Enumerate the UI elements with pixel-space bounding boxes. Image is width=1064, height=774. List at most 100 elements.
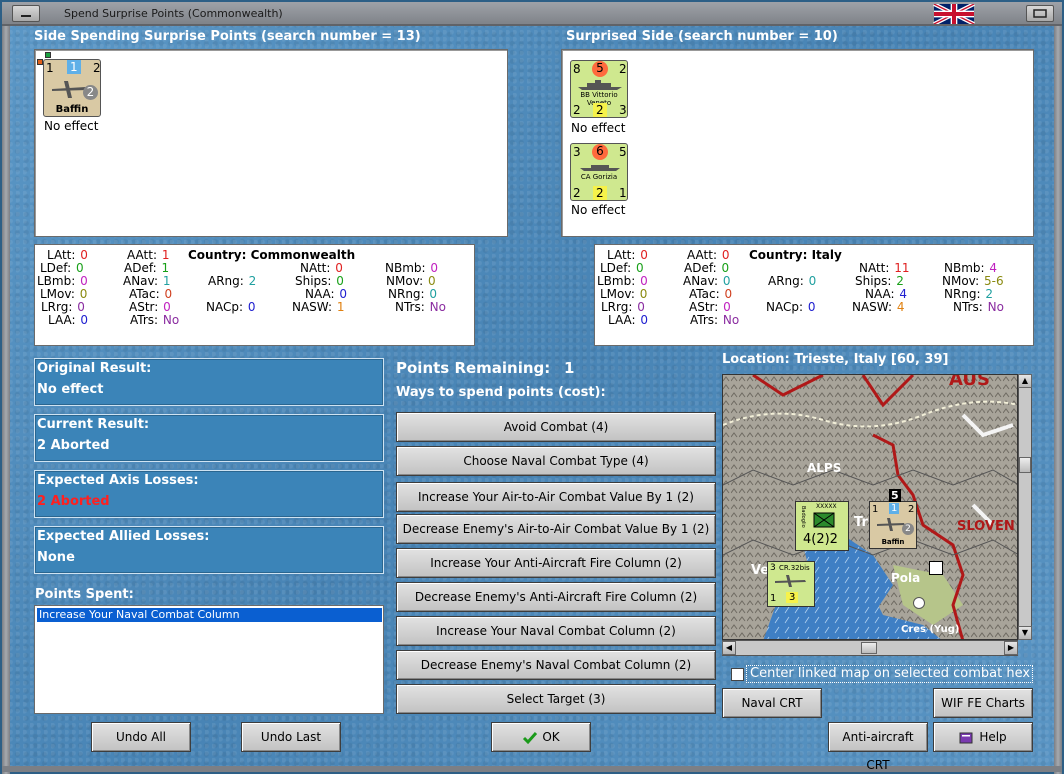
scroll-thumb[interactable] — [861, 642, 877, 654]
unit-counter-baffin[interactable]: 1 1 2 2 Baffin — [43, 59, 101, 117]
stat-nrng: NRng: 0 — [388, 287, 438, 301]
decrease-enemy-naval-combat-button[interactable]: Decrease Enemy's Naval Combat Column (2) — [396, 650, 716, 680]
map-label-trieste: Tr — [854, 515, 868, 530]
anchor-icon — [913, 597, 925, 609]
stat-ships: Ships: 2 — [855, 274, 904, 288]
decrease-enemy-air-to-air-button[interactable]: Decrease Enemy's Air-to-Air Combat Value… — [396, 514, 716, 544]
close-button[interactable] — [1026, 5, 1054, 22]
hex-map[interactable]: ALPS AUS SLOVEN Pola Cres (Yug) Tr Ve XX… — [722, 374, 1018, 640]
counter-value: 2 — [619, 62, 627, 76]
scroll-left-icon[interactable]: ◀ — [722, 641, 736, 655]
anti-aircraft-crt-button[interactable]: Anti-aircraft CRT — [828, 722, 928, 772]
wif-fe-charts-button[interactable]: WIF FE Charts — [933, 688, 1033, 718]
increase-naval-combat-button[interactable]: Increase Your Naval Combat Column (2) — [396, 616, 716, 646]
country-label: Country: Italy — [749, 248, 842, 262]
stat-astr: AStr: 0 — [689, 300, 731, 314]
map-vertical-scrollbar[interactable]: ▲ ▼ — [1018, 374, 1032, 640]
army-name: Badoglio — [800, 506, 806, 528]
infantry-icon — [813, 512, 835, 528]
counter-value: 2 — [93, 61, 101, 75]
counter-value: 1 — [67, 60, 81, 74]
scroll-down-icon[interactable]: ▼ — [1018, 626, 1032, 640]
points-spent-label: Points Spent: — [35, 587, 134, 602]
left-side-header: Side Spending Surprise Points (search nu… — [34, 29, 421, 44]
counter-value: 1 — [889, 503, 900, 514]
title-bar[interactable]: Spend Surprise Points (Commonwealth) — [2, 2, 1062, 26]
stat-nasw: NASW: 1 — [292, 300, 345, 314]
counter-value: 5 — [592, 61, 608, 77]
center-map-label[interactable]: Center linked map on selected combat hex — [746, 665, 1033, 683]
map-horizontal-scrollbar[interactable]: ◀ ▶ — [722, 640, 1018, 656]
undo-last-button[interactable]: Undo Last — [241, 722, 341, 752]
battleship-icon — [578, 80, 622, 90]
army-value: 4(2)2 — [803, 532, 838, 547]
naval-crt-button[interactable]: Naval CRT — [722, 688, 822, 718]
counter-badge: 2 — [902, 523, 914, 535]
checkmark-icon — [523, 731, 538, 744]
window-title: Spend Surprise Points (Commonwealth) — [64, 7, 283, 20]
unit-effect: No effect — [571, 121, 626, 135]
counter-value: 5 — [619, 145, 627, 159]
counter-value: 2 — [573, 186, 581, 200]
scroll-right-icon[interactable]: ▶ — [1004, 641, 1018, 655]
stat-lmov: LMov: 0 — [600, 287, 648, 301]
undo-all-button[interactable]: Undo All — [91, 722, 191, 752]
allied-losses-box: Expected Allied Losses: None — [34, 526, 384, 574]
stat-atac: ATac: 0 — [129, 287, 173, 301]
increase-anti-aircraft-button[interactable]: Increase Your Anti-Aircraft Fire Column … — [396, 548, 716, 578]
help-button[interactable]: Help — [933, 722, 1033, 752]
unit-counter-gorizia[interactable]: 3 6 5 CA Gorizia 2 2 1 — [570, 143, 628, 201]
stats-panel-italy: LAtt: 0 LDef: 0 LBmb: 0 LMov: 0 LRrg: 0 … — [594, 244, 1034, 346]
ok-label: OK — [542, 730, 560, 744]
decrease-enemy-anti-aircraft-button[interactable]: Decrease Enemy's Anti-Aircraft Fire Colu… — [396, 582, 716, 612]
unit-counter-vittorio-veneto[interactable]: 8 5 2 BB Vittorio Veneto 2 2 3 — [570, 60, 628, 118]
dialog-window: Spend Surprise Points (Commonwealth) Sid… — [0, 0, 1064, 774]
list-item[interactable]: Increase Your Naval Combat Column — [37, 608, 382, 622]
army-counter[interactable]: XXXXX Badoglio 4(2)2 — [795, 501, 849, 551]
scroll-up-icon[interactable]: ▲ — [1018, 374, 1032, 388]
map-label-aus: AUS — [949, 374, 990, 390]
air-counter[interactable]: 3 CR.32bis 1 3 — [767, 561, 815, 607]
stat-adef: ADef: 1 — [124, 261, 170, 275]
minimize-icon — [21, 15, 31, 17]
stat-natt: NAtt: 11 — [859, 261, 910, 275]
unit-name: Baffin — [55, 104, 89, 115]
map-label-alps: ALPS — [807, 461, 842, 475]
stat-atac: ATac: 0 — [689, 287, 733, 301]
select-target-button[interactable]: Select Target (3) — [396, 684, 716, 714]
counter-value: 2 — [593, 103, 607, 117]
choose-naval-combat-type-button[interactable]: Choose Naval Combat Type (4) — [396, 446, 716, 476]
unit-effect: No effect — [44, 119, 99, 133]
location-label: Location: Trieste, Italy [60, 39] — [722, 352, 949, 367]
map-label-pola: Pola — [891, 571, 921, 585]
stat-ships: Ships: 0 — [295, 274, 344, 288]
port-icon — [929, 561, 943, 575]
ok-button[interactable]: OK — [491, 722, 591, 752]
scroll-thumb[interactable] — [1019, 457, 1031, 473]
stat-ldef: LDef: 0 — [40, 261, 84, 275]
stat-anav: ANav: 1 — [123, 274, 171, 288]
stat-astr: AStr: 0 — [129, 300, 171, 314]
stat-latt: LAtt: 0 — [47, 248, 88, 262]
stat-nacp: NACp: 0 — [206, 300, 256, 314]
current-result-box: Current Result: 2 Aborted — [34, 414, 384, 462]
unit-name: Baffin — [881, 538, 905, 546]
center-map-checkbox[interactable] — [731, 668, 744, 681]
stat-nmov: NMov: 0 — [386, 274, 436, 288]
map-label-cres: Cres (Yug) — [901, 624, 960, 635]
points-spent-list[interactable]: Increase Your Naval Combat Column — [34, 605, 384, 714]
increase-air-to-air-button[interactable]: Increase Your Air-to-Air Combat Value By… — [396, 482, 716, 512]
points-remaining-value: 1 — [564, 359, 575, 377]
stat-ldef: LDef: 0 — [600, 261, 644, 275]
counter-value: 3 — [770, 563, 776, 573]
stat-atrs: ATrs: No — [690, 313, 740, 327]
counter-value: 2 — [573, 103, 581, 117]
carrier-counter[interactable]: 1 1 2 2 Baffin — [869, 501, 917, 549]
status-marker — [45, 52, 51, 58]
system-menu-button[interactable] — [12, 5, 40, 22]
stat-lmov: LMov: 0 — [40, 287, 88, 301]
stat-nrng: NRng: 2 — [944, 287, 994, 301]
current-result-value: 2 Aborted — [37, 438, 110, 453]
counter-value: 1 — [46, 61, 54, 75]
avoid-combat-button[interactable]: Avoid Combat (4) — [396, 412, 716, 442]
